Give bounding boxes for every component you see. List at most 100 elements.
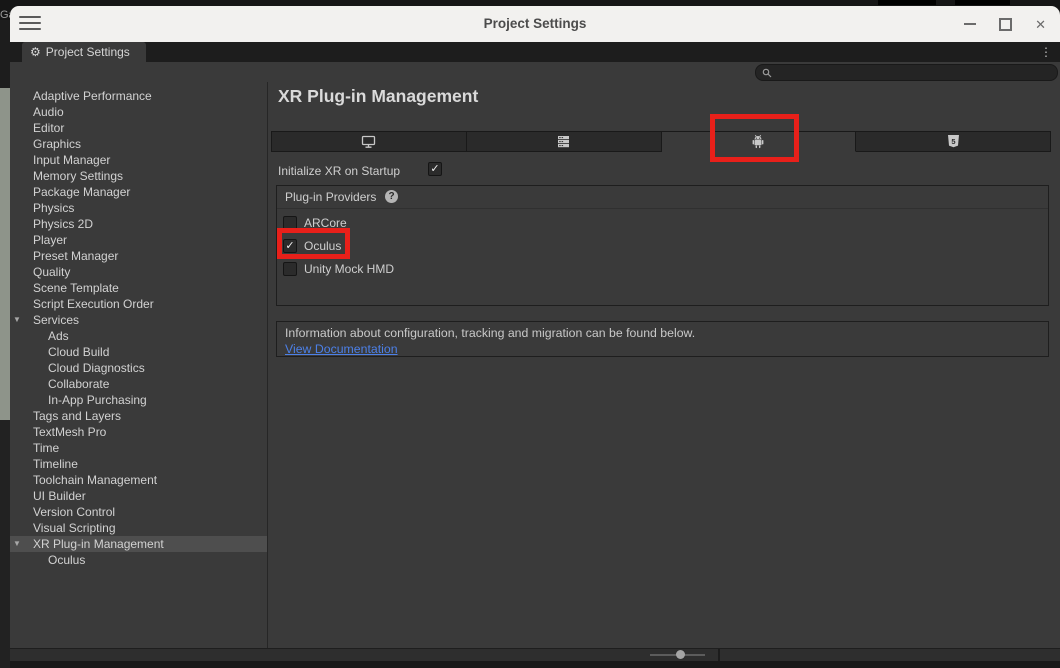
- sidebar-item-xr-plug-in-management[interactable]: ▼ XR Plug-in Management: [10, 536, 267, 552]
- provider-checkbox-unity-mock-hmd[interactable]: [283, 262, 297, 276]
- foldout-icon[interactable]: ▼: [13, 536, 21, 552]
- sidebar-item-oculus[interactable]: Oculus: [10, 552, 267, 568]
- tab-project-settings[interactable]: ⚙ Project Settings: [22, 42, 146, 62]
- sidebar-item-in-app-purchasing[interactable]: In-App Purchasing: [10, 392, 267, 408]
- status-bar: [10, 648, 1060, 661]
- help-icon[interactable]: ?: [385, 190, 398, 203]
- plugin-providers-box: Plug-in Providers ? ARCore✓OculusUnity M…: [276, 185, 1049, 306]
- project-settings-window: Project Settings ✕ ⚙ Project Settings ⋮ …: [10, 6, 1060, 668]
- sidebar-item-time[interactable]: Time: [10, 440, 267, 456]
- sidebar-item-label: Memory Settings: [33, 169, 123, 183]
- sidebar-item-label: Quality: [33, 265, 70, 279]
- sidebar-item-label: Toolchain Management: [33, 473, 157, 487]
- sidebar-item-label: UI Builder: [33, 489, 86, 503]
- info-box: Information about configuration, trackin…: [276, 321, 1049, 357]
- sidebar-item-graphics[interactable]: Graphics: [10, 136, 267, 152]
- sidebar-item-label: Services: [33, 313, 79, 327]
- sidebar-item-version-control[interactable]: Version Control: [10, 504, 267, 520]
- sidebar-item-memory-settings[interactable]: Memory Settings: [10, 168, 267, 184]
- initialize-xr-checkbox[interactable]: ✓: [428, 162, 442, 176]
- monitor-icon: [361, 134, 376, 149]
- initialize-xr-label: Initialize XR on Startup: [278, 164, 400, 178]
- window-footer: [10, 661, 1060, 668]
- sidebar-item-script-execution-order[interactable]: Script Execution Order: [10, 296, 267, 312]
- sidebar-item-label: Tags and Layers: [33, 409, 121, 423]
- sidebar-item-quality[interactable]: Quality: [10, 264, 267, 280]
- sidebar-item-label: Package Manager: [33, 185, 130, 199]
- sidebar-item-physics-2d[interactable]: Physics 2D: [10, 216, 267, 232]
- kebab-menu-icon[interactable]: ⋮: [1040, 42, 1052, 62]
- provider-row-unity-mock-hmd: Unity Mock HMD: [283, 261, 394, 277]
- window-title: Project Settings: [10, 6, 1060, 42]
- platform-tab-strip: 5: [271, 131, 1051, 152]
- info-text: Information about configuration, trackin…: [285, 326, 695, 340]
- sidebar-item-physics[interactable]: Physics: [10, 200, 267, 216]
- sidebar-item-label: Visual Scripting: [33, 521, 116, 535]
- status-divider: [718, 649, 720, 661]
- sidebar-item-label: Collaborate: [48, 377, 109, 391]
- sidebar-item-label: Editor: [33, 121, 64, 135]
- sidebar-item-audio[interactable]: Audio: [10, 104, 267, 120]
- settings-content: XR Plug-in Management 5 Initialize XR on…: [268, 82, 1060, 649]
- editor-tab-bar: ⚙ Project Settings ⋮: [10, 42, 1060, 62]
- server-icon: [556, 134, 571, 149]
- view-documentation-link[interactable]: View Documentation: [285, 342, 398, 356]
- sidebar-item-player[interactable]: Player: [10, 232, 267, 248]
- sidebar-item-visual-scripting[interactable]: Visual Scripting: [10, 520, 267, 536]
- sidebar-item-cloud-diagnostics[interactable]: Cloud Diagnostics: [10, 360, 267, 376]
- sidebar-item-label: Audio: [33, 105, 64, 119]
- sidebar-item-label: Script Execution Order: [33, 297, 154, 311]
- search-box[interactable]: [755, 64, 1058, 81]
- provider-label: Unity Mock HMD: [304, 262, 394, 276]
- background-top-tab: [955, 0, 1010, 5]
- platform-tab-webgl[interactable]: 5: [856, 132, 1050, 152]
- sidebar-item-cloud-build[interactable]: Cloud Build: [10, 344, 267, 360]
- foldout-icon[interactable]: ▼: [13, 312, 21, 328]
- search-input[interactable]: [776, 66, 1040, 80]
- sidebar-item-label: Graphics: [33, 137, 81, 151]
- sidebar-item-label: Physics 2D: [33, 217, 93, 231]
- sidebar-item-label: XR Plug-in Management: [33, 537, 164, 551]
- sidebar-item-preset-manager[interactable]: Preset Manager: [10, 248, 267, 264]
- sidebar-item-collaborate[interactable]: Collaborate: [10, 376, 267, 392]
- settings-sidebar: Adaptive PerformanceAudioEditorGraphicsI…: [10, 82, 268, 649]
- sidebar-item-label: Cloud Diagnostics: [48, 361, 145, 375]
- sidebar-item-label: Ads: [48, 329, 69, 343]
- tab-label: Project Settings: [46, 45, 130, 59]
- initialize-xr-row: Initialize XR on Startup ✓: [278, 162, 400, 178]
- sidebar-item-timeline[interactable]: Timeline: [10, 456, 267, 472]
- platform-tab-windows-mac-linux[interactable]: [272, 132, 467, 152]
- sidebar-item-package-manager[interactable]: Package Manager: [10, 184, 267, 200]
- background-strip: [0, 20, 10, 88]
- titlebar: Project Settings ✕: [10, 6, 1060, 42]
- sidebar-item-scene-template[interactable]: Scene Template: [10, 280, 267, 296]
- sidebar-item-label: TextMesh Pro: [33, 425, 106, 439]
- highlight-box-oculus: [277, 228, 350, 259]
- sidebar-item-services[interactable]: ▼ Services: [10, 312, 267, 328]
- sidebar-item-toolchain-management[interactable]: Toolchain Management: [10, 472, 267, 488]
- sidebar-item-textmesh-pro[interactable]: TextMesh Pro: [10, 424, 267, 440]
- sidebar-item-adaptive-performance[interactable]: Adaptive Performance: [10, 88, 267, 104]
- sidebar-item-ads[interactable]: Ads: [10, 328, 267, 344]
- sidebar-item-label: Player: [33, 233, 67, 247]
- sidebar-item-tags-and-layers[interactable]: Tags and Layers: [10, 408, 267, 424]
- zoom-slider-knob[interactable]: [676, 650, 685, 659]
- sidebar-item-ui-builder[interactable]: UI Builder: [10, 488, 267, 504]
- sidebar-item-label: Physics: [33, 201, 74, 215]
- close-button[interactable]: ✕: [1035, 18, 1046, 31]
- sidebar-item-label: Scene Template: [33, 281, 119, 295]
- highlight-box-android-tab: [710, 114, 799, 162]
- plugin-providers-title: Plug-in Providers: [285, 190, 376, 204]
- gear-icon: ⚙: [30, 42, 41, 62]
- sidebar-item-label: Adaptive Performance: [33, 89, 152, 103]
- page-title: XR Plug-in Management: [278, 86, 478, 107]
- main-area: Adaptive PerformanceAudioEditorGraphicsI…: [10, 82, 1060, 649]
- background-scene-strip: [0, 88, 10, 420]
- toolbar: [10, 62, 1060, 83]
- sidebar-item-input-manager[interactable]: Input Manager: [10, 152, 267, 168]
- maximize-button[interactable]: [999, 18, 1012, 31]
- sidebar-item-editor[interactable]: Editor: [10, 120, 267, 136]
- minimize-button[interactable]: [964, 23, 976, 25]
- sidebar-item-label: In-App Purchasing: [48, 393, 147, 407]
- platform-tab-dedicated-server[interactable]: [467, 132, 662, 152]
